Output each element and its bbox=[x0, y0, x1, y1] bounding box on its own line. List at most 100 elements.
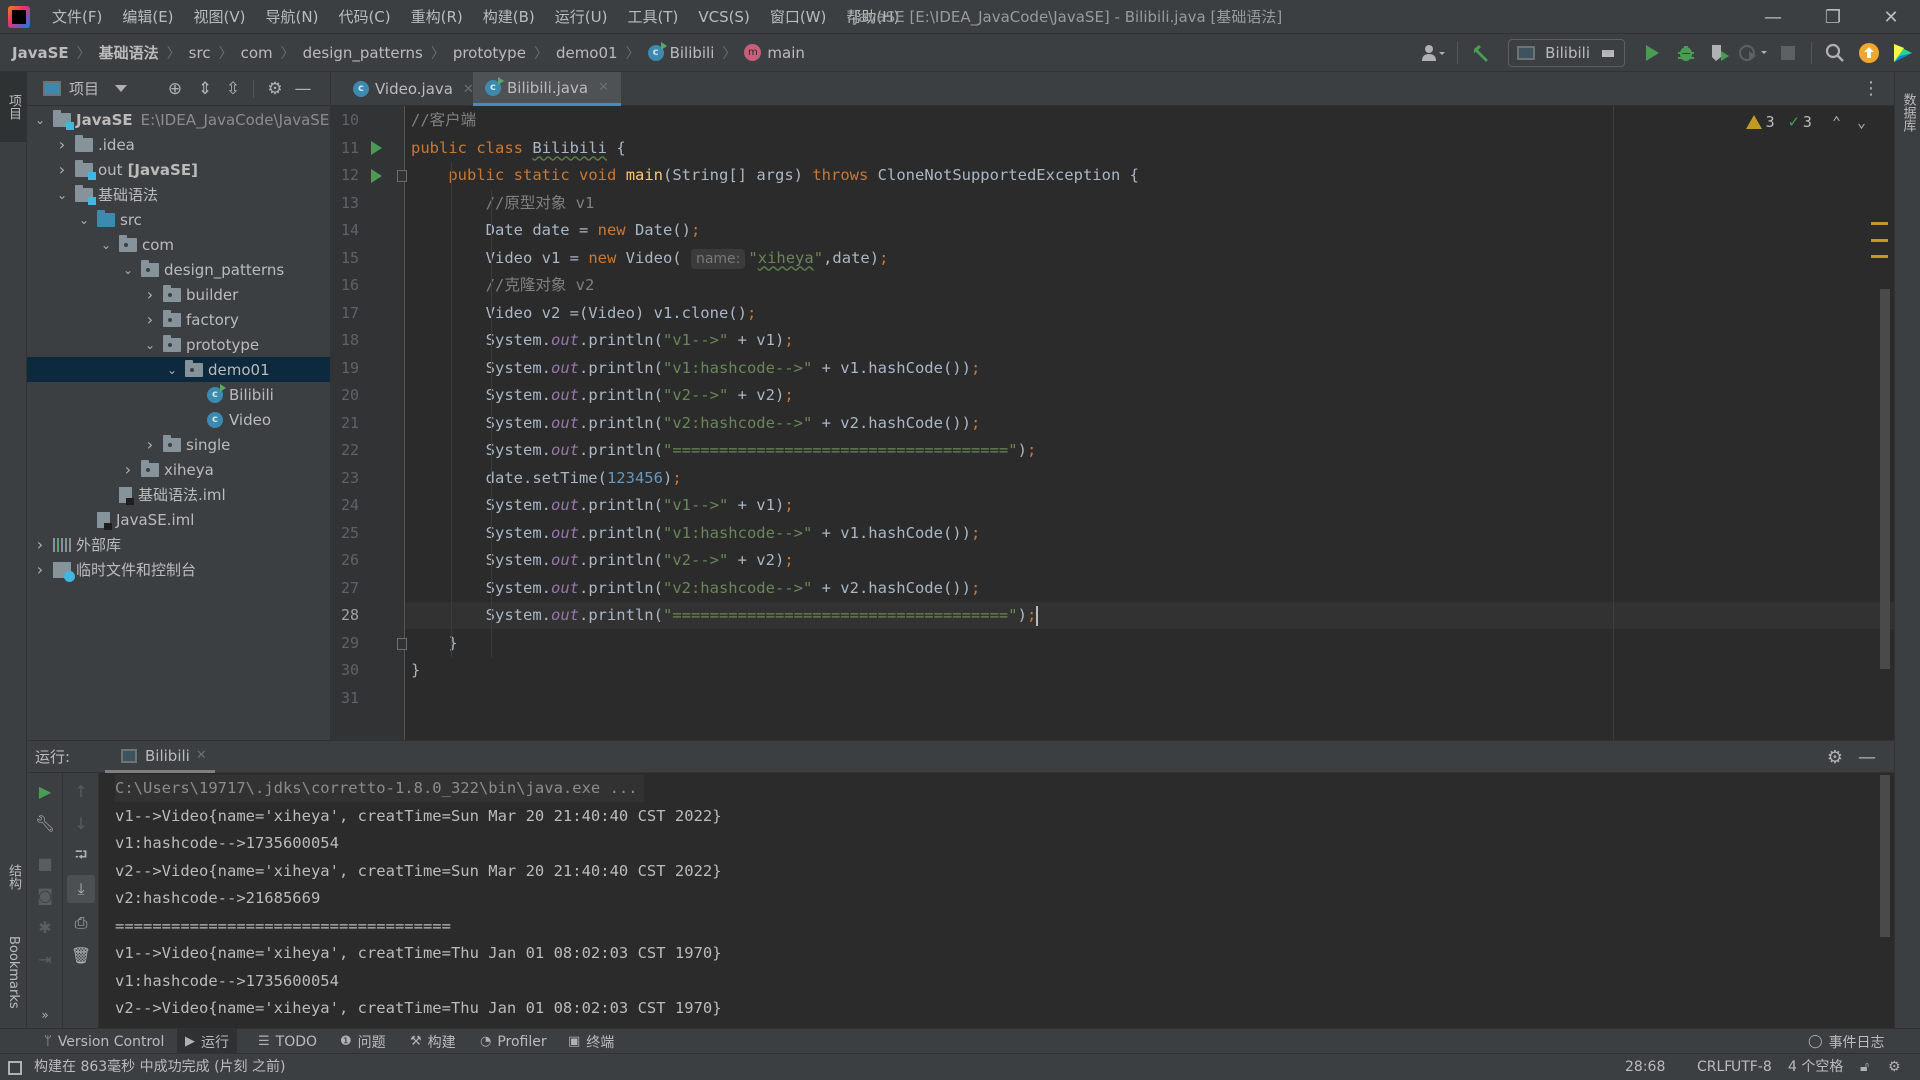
warning-stripe-marker[interactable] bbox=[1871, 239, 1888, 242]
gear-icon[interactable]: ⚙ bbox=[261, 72, 289, 106]
menu-navigate[interactable]: 导航(N) bbox=[256, 0, 329, 34]
chevron-right-icon[interactable]: › bbox=[141, 285, 159, 304]
tool-event-log[interactable]: ◯ 事件日志 bbox=[1800, 1029, 1893, 1054]
run-tab-bilibili[interactable]: Bilibili ✕ bbox=[105, 741, 215, 773]
debug-icon[interactable]: ✱ bbox=[31, 913, 59, 941]
database-tool-tab[interactable]: 数据库 bbox=[1895, 72, 1920, 152]
code-line[interactable]: Date date = new Date(); bbox=[411, 217, 701, 244]
intellij-logo-icon[interactable] bbox=[8, 5, 30, 28]
status-message[interactable]: 构建在 863毫秒 中成功完成 (片刻 之前) bbox=[8, 1054, 285, 1080]
project-tool-tab[interactable]: 项目 bbox=[0, 72, 27, 142]
line-number[interactable]: 19 bbox=[341, 355, 371, 382]
editor-scrollbar[interactable] bbox=[1880, 289, 1890, 669]
breadcrumb-com[interactable]: com bbox=[241, 44, 273, 62]
search-icon[interactable] bbox=[1819, 37, 1851, 69]
console-scrollbar[interactable] bbox=[1880, 775, 1890, 937]
tree-item[interactable]: ⌄ 基础语法 bbox=[27, 182, 330, 207]
tree-item[interactable]: › single bbox=[27, 432, 330, 457]
code-line[interactable]: //克隆对象 v2 bbox=[411, 272, 595, 299]
breadcrumb-bilibili[interactable]: c Bilibili bbox=[647, 41, 714, 62]
tool-version-control[interactable]: ᛘ Version Control bbox=[36, 1029, 172, 1054]
chevron-right-icon[interactable]: › bbox=[31, 560, 49, 579]
tree-item[interactable]: ⌄ src bbox=[27, 207, 330, 232]
code-line[interactable]: System.out.println("====================… bbox=[411, 602, 1039, 629]
line-number[interactable]: 31 bbox=[341, 685, 371, 712]
tree-item[interactable]: ⌄ design_patterns bbox=[27, 257, 330, 282]
close-tab-icon[interactable]: ✕ bbox=[598, 80, 609, 95]
menu-window[interactable]: 窗口(W) bbox=[760, 0, 837, 34]
chevron-down-icon[interactable]: ⌄ bbox=[53, 188, 71, 202]
tree-item[interactable]: ⌄ com bbox=[27, 232, 330, 257]
code-line[interactable]: System.out.println("v1:hashcode-->" + v1… bbox=[411, 520, 981, 547]
run-icon[interactable] bbox=[1636, 37, 1668, 69]
line-number[interactable]: 20 bbox=[341, 382, 371, 409]
toggle-tool-windows-icon[interactable] bbox=[8, 1060, 22, 1075]
chevron-right-icon[interactable]: › bbox=[141, 310, 159, 329]
structure-tool-tab[interactable]: 结构 bbox=[0, 842, 27, 912]
line-number[interactable]: 25 bbox=[341, 520, 371, 547]
code-line[interactable]: Video v2 =(Video) v1.clone(); bbox=[411, 300, 757, 327]
chevron-down-icon[interactable]: ⌄ bbox=[119, 263, 137, 277]
menu-refactor[interactable]: 重构(R) bbox=[401, 0, 473, 34]
line-number[interactable]: 26 bbox=[341, 547, 371, 574]
breadcrumb-javase[interactable]: JavaSE bbox=[12, 44, 69, 62]
rerun-icon[interactable]: ▶ bbox=[31, 777, 59, 805]
menu-edit[interactable]: 编辑(E) bbox=[112, 0, 183, 34]
fold-icon[interactable] bbox=[397, 170, 407, 182]
breadcrumb-module[interactable]: 基础语法 bbox=[99, 42, 159, 63]
menu-file[interactable]: 文件(F) bbox=[42, 0, 112, 34]
line-number[interactable]: 21 bbox=[341, 410, 371, 437]
down-arrow-icon[interactable]: ↓ bbox=[67, 809, 95, 837]
menu-tools[interactable]: 工具(T) bbox=[617, 0, 688, 34]
code-line[interactable]: System.out.println("v1-->" + v1); bbox=[411, 492, 794, 519]
code-line[interactable]: System.out.println("====================… bbox=[411, 437, 1037, 464]
code-line[interactable]: System.out.println("v2:hashcode-->" + v2… bbox=[411, 575, 981, 602]
hide-panel-icon[interactable]: — bbox=[289, 72, 317, 106]
line-number[interactable]: 14 bbox=[341, 217, 371, 244]
tree-item[interactable]: 基础语法.iml bbox=[27, 482, 330, 507]
minimize-button[interactable]: — bbox=[1744, 0, 1802, 34]
caret-position[interactable]: 28:68 bbox=[1625, 1054, 1665, 1080]
line-number[interactable]: 18 bbox=[341, 327, 371, 354]
tool-terminal[interactable]: ▣ 终端 bbox=[560, 1029, 622, 1054]
trash-icon[interactable]: 🗑︎ bbox=[67, 941, 95, 969]
breadcrumb-design-patterns[interactable]: design_patterns bbox=[303, 44, 423, 62]
tool-problems[interactable]: ❶ 问题 bbox=[332, 1029, 394, 1054]
run-gutter-icon[interactable] bbox=[371, 141, 382, 155]
chevron-down-icon[interactable]: ⌄ bbox=[75, 213, 93, 227]
gear-icon[interactable]: ⚙ bbox=[1820, 741, 1850, 773]
user-icon[interactable] bbox=[1418, 37, 1450, 69]
line-number[interactable]: 17 bbox=[341, 300, 371, 327]
chevron-right-icon[interactable]: › bbox=[31, 535, 49, 554]
help-gear-icon[interactable]: ⚙ bbox=[1888, 1054, 1901, 1080]
locate-file-icon[interactable]: ⊕ bbox=[161, 72, 189, 106]
tree-item[interactable]: c Video bbox=[27, 407, 330, 432]
fold-icon[interactable] bbox=[397, 637, 407, 650]
more-icon[interactable]: » bbox=[31, 1001, 59, 1029]
code-line[interactable]: //原型对象 v1 bbox=[411, 190, 595, 217]
previous-highlight-icon[interactable]: ⌃ bbox=[1832, 113, 1841, 131]
tree-item[interactable]: c Bilibili bbox=[27, 382, 330, 407]
camera-icon[interactable]: ◙ bbox=[31, 881, 59, 909]
warning-stripe-marker[interactable] bbox=[1871, 222, 1888, 225]
line-number[interactable]: 22 bbox=[341, 437, 371, 464]
breadcrumb-prototype[interactable]: prototype bbox=[453, 44, 526, 62]
tree-item[interactable]: ⌄ demo01 bbox=[27, 357, 330, 382]
line-number[interactable]: 23 bbox=[341, 465, 371, 492]
line-number[interactable]: 28 bbox=[341, 602, 371, 629]
line-number[interactable]: 27 bbox=[341, 575, 371, 602]
line-separator[interactable]: CRLF bbox=[1697, 1054, 1732, 1080]
code-line[interactable]: System.out.println("v1-->" + v1); bbox=[411, 327, 794, 354]
code-line[interactable]: } bbox=[411, 657, 420, 684]
tree-item[interactable]: › .idea bbox=[27, 132, 330, 157]
tree-item[interactable]: ⌄ JavaSE E:\IDEA_JavaCode\JavaSE bbox=[27, 107, 330, 132]
file-encoding[interactable]: UTF-8 bbox=[1731, 1054, 1772, 1080]
chevron-down-icon[interactable]: ⌄ bbox=[163, 363, 181, 377]
code-line[interactable]: Video v1 = new Video( name: "xiheya",date… bbox=[411, 245, 888, 272]
breadcrumb-demo01[interactable]: demo01 bbox=[556, 44, 618, 62]
hide-panel-icon[interactable]: — bbox=[1852, 741, 1882, 773]
toolbox-icon[interactable] bbox=[1887, 37, 1919, 69]
chevron-down-icon[interactable]: ⌄ bbox=[141, 338, 159, 352]
tab-bilibili-java[interactable]: c Bilibili.java ✕ bbox=[473, 72, 621, 106]
exit-icon[interactable]: ⇥ bbox=[31, 945, 59, 973]
